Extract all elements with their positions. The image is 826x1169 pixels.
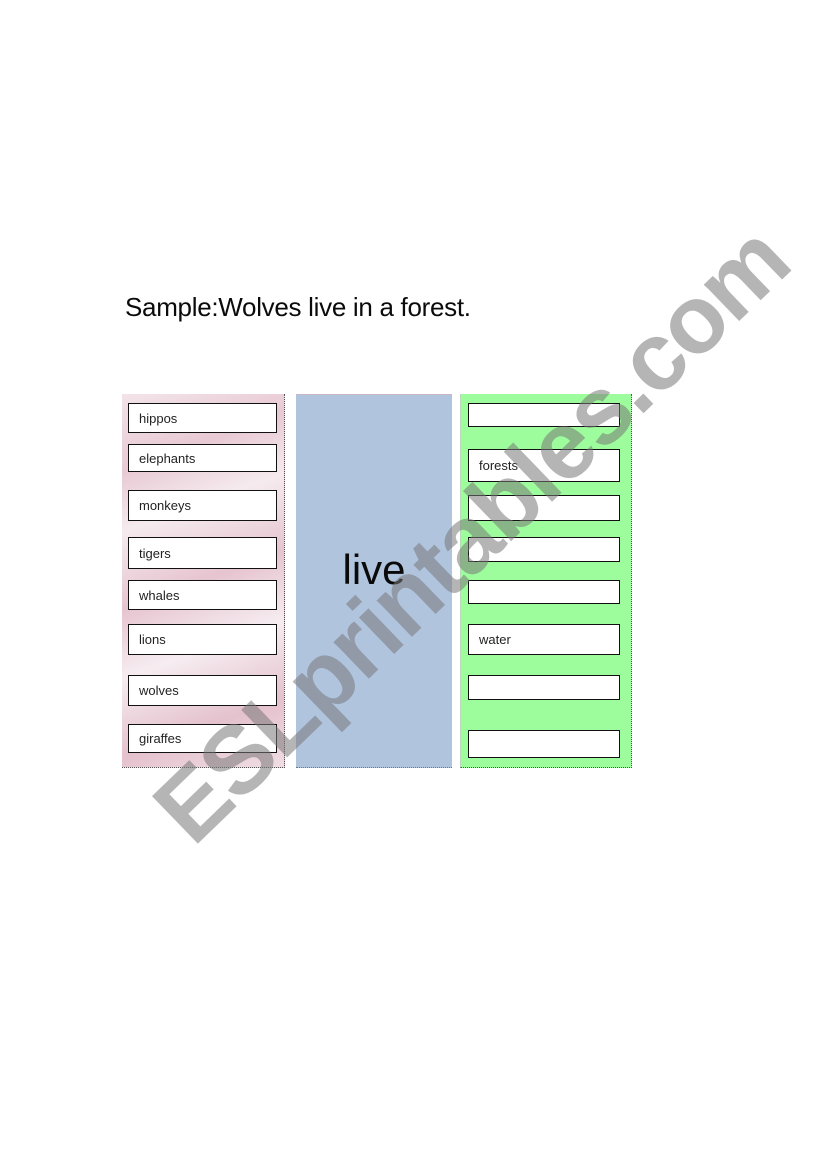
place-box[interactable]: water [468, 624, 620, 655]
subject-box: tigers [128, 537, 277, 569]
subject-box: lions [128, 624, 277, 655]
verb-label: live [342, 546, 406, 593]
subject-box: monkeys [128, 490, 277, 521]
place-box[interactable] [468, 580, 620, 604]
sample-sentence: Sample:Wolves live in a forest. [125, 292, 471, 322]
place-box[interactable] [468, 730, 620, 758]
place-box[interactable] [468, 495, 620, 521]
subject-box: hippos [128, 403, 277, 433]
place-box[interactable] [468, 675, 620, 700]
subject-box: giraffes [128, 724, 277, 753]
place-box[interactable] [468, 537, 620, 562]
subject-box: wolves [128, 675, 277, 706]
subject-box: whales [128, 580, 277, 610]
subject-box: elephants [128, 444, 277, 472]
place-box[interactable] [468, 403, 620, 427]
place-box[interactable]: forests [468, 449, 620, 482]
